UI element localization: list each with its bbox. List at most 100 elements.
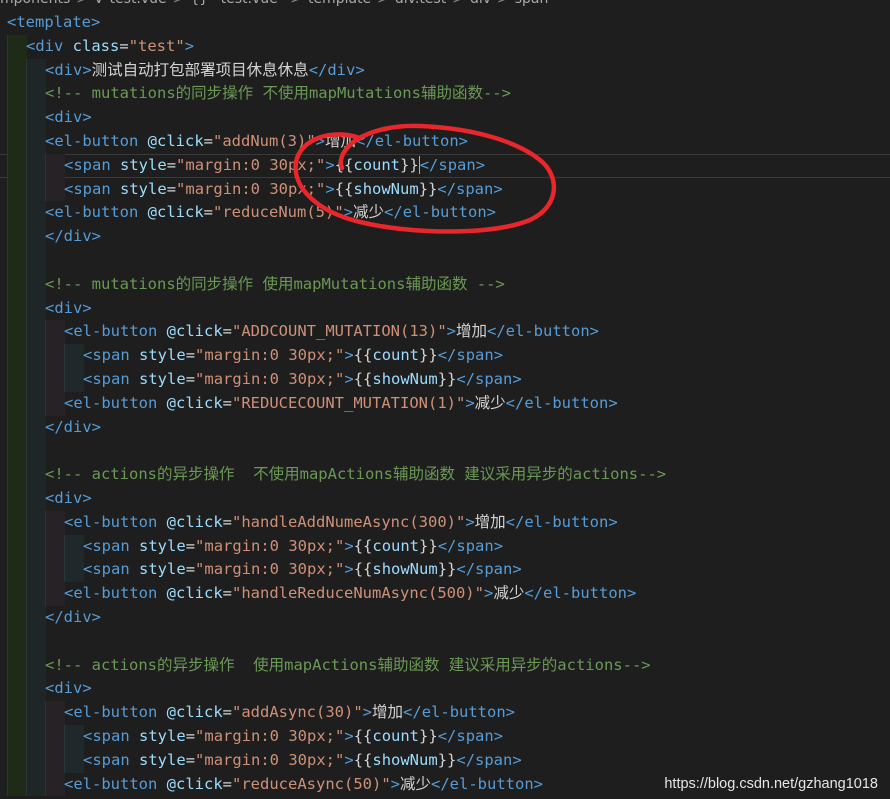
code-token-text: = [222,703,233,722]
code-token-tag: <div> [45,108,92,127]
code-line[interactable]: <el-button @click="ADDCOUNT_MUTATION(13)… [0,320,890,345]
indent-guide [7,153,27,178]
indent-guide [26,130,46,154]
code-token-tag: <div> [45,679,92,698]
code-line[interactable]: <el-button @click="handleReduceNumAsync(… [0,582,890,606]
code-token-var: showNum [353,179,419,198]
breadcrumb[interactable]: mponents > Vtest.vue > {} "test.vue" > template… [0,0,890,11]
code-line[interactable]: <!-- actions的异步操作 使用mapActions辅助函数 建议采用异… [0,653,890,678]
code-line[interactable]: <div>测试自动打包部署项目休息休息</div> [0,58,890,83]
code-line[interactable]: <span style="margin:0 30px;">{{count}}</… [0,534,890,559]
indent-guide [26,82,46,107]
code-line[interactable]: <span style="margin:0 30px;">{{showNum}}… [0,748,890,773]
code-line[interactable]: <span style="margin:0 30px;">{{count}}</… [0,153,890,178]
indent-guide [7,130,27,154]
code-text: <span style="margin:0 30px;">{{showNum}}… [83,368,522,392]
code-token-tag: </div> [45,608,101,626]
code-text: <el-button @click="REDUCECOUNT_MUTATION(… [64,392,618,416]
indent-guide [26,582,46,606]
breadcrumb-item[interactable]: mponents [0,0,70,7]
indent-guide [26,249,46,273]
breadcrumb-item[interactable]: test.vue [110,0,167,7]
code-line[interactable] [0,439,890,464]
breadcrumb-item[interactable]: div [470,0,491,7]
code-token-text: = [166,155,177,174]
code-line[interactable]: <el-button @click="reduceNum(5)">减少</el-… [0,201,890,226]
code-token-tag: <div> [45,60,92,79]
code-text: <div class="test"> [26,35,194,59]
breadcrumb-item[interactable]: {} [190,0,208,7]
code-token-str: "margin:0 30px;" [176,179,326,198]
code-token-text: = [166,179,177,198]
code-token-attr: style [120,155,167,174]
code-line[interactable]: </div> [0,415,890,440]
code-line[interactable]: <el-button @click="REDUCECOUNT_MUTATION(… [0,391,890,416]
code-token-text: = [203,132,214,150]
breadcrumb-item[interactable]: template [308,0,371,7]
code-line[interactable]: <!-- mutations的同步操作 使用mapMutations辅助函数 -… [0,272,890,297]
code-token-tag: <el-button [45,132,139,150]
code-token-tag: </el-button> [505,512,618,531]
code-token-str: "margin:0 30px;" [195,346,345,365]
code-line[interactable]: <el-button @click="handleAddNumeAsync(30… [0,510,890,535]
code-line[interactable]: <!-- actions的异步操作 不使用mapActions辅助函数 建议采用… [0,463,890,487]
code-line[interactable]: <el-button @click="addNum(3)">增加</el-but… [0,130,890,154]
code-text: <el-button @click="handleReduceNumAsync(… [64,582,636,606]
code-line[interactable]: <div class="test"> [0,34,890,59]
code-line[interactable]: <span style="margin:0 30px;">{{showNum}}… [0,177,890,202]
code-token-tag: </el-button> [505,393,618,412]
code-line[interactable]: <span style="margin:0 30px;">{{count}}</… [0,725,890,749]
code-token-text: 增加 [372,703,404,722]
code-text: <el-button @click="reduceAsync(50)">减少</… [64,773,543,797]
code-token-tag: <span [83,536,130,555]
indent-guide [7,629,27,654]
code-line[interactable]: <span style="margin:0 30px;">{{count}}</… [0,344,890,368]
code-token-tag: > [465,393,475,412]
code-line[interactable]: </div> [0,606,890,630]
code-text: <span style="margin:0 30px;">{{count}}</… [83,535,503,559]
breadcrumb-item[interactable]: "test.vue" [214,0,284,7]
indent-guide [7,582,27,606]
code-token-attr: @click [166,703,223,722]
code-text: <!-- mutations的同步操作 不使用mapMutations辅助函数-… [45,82,511,106]
code-line[interactable] [0,629,890,654]
code-token-text: = [185,370,196,388]
indent-guide [7,249,27,273]
code-token-tag: <el-button [64,774,158,793]
code-token-text: 增加 [474,512,506,531]
code-line[interactable]: <!-- mutations的同步操作 不使用mapMutations辅助函数-… [0,82,890,107]
breadcrumb-item[interactable]: div.test [395,0,446,7]
code-line[interactable]: </div> [0,225,890,249]
code-token-attr: style [120,179,167,198]
code-token-tag: > [325,155,335,174]
indent-guide [7,272,27,297]
indent-guide [7,344,27,368]
breadcrumb-item[interactable]: span [515,0,549,7]
code-text: <el-button @click="handleAddNumeAsync(30… [64,511,618,535]
code-editor[interactable]: <template> <div class="test"> <div>测试自动打包部… [0,11,890,799]
code-line[interactable]: <div> [0,296,890,321]
indent-guide [26,439,46,464]
indent-guide [7,34,27,59]
indent-guide [64,344,84,368]
code-token-tag: </div> [308,60,365,79]
code-token-tag: <el-button [64,703,158,722]
code-line[interactable]: <span style="margin:0 30px;">{{showNum}}… [0,368,890,392]
code-line[interactable]: <div> [0,487,890,511]
code-line[interactable]: <span style="margin:0 30px;">{{showNum}}… [0,558,890,583]
code-line[interactable]: <div> [0,106,890,130]
code-line[interactable]: <div> [0,677,890,702]
code-token-tag: <el-button [64,584,158,603]
code-token-text: {{ [353,727,373,745]
code-token-str: "ADDCOUNT_MUTATION(13)" [232,322,447,341]
code-line[interactable]: <template> [0,11,890,35]
breadcrumb-item[interactable]: V [94,0,104,7]
watermark: https://blog.csdn.net/gzhang1018 [662,775,880,793]
code-line[interactable] [0,249,890,273]
code-line[interactable]: <el-button @click="addAsync(30)">增加</el-… [0,701,890,725]
code-text: <span style="margin:0 30px;">{{showNum}}… [83,749,522,773]
indent-guide [26,653,46,678]
